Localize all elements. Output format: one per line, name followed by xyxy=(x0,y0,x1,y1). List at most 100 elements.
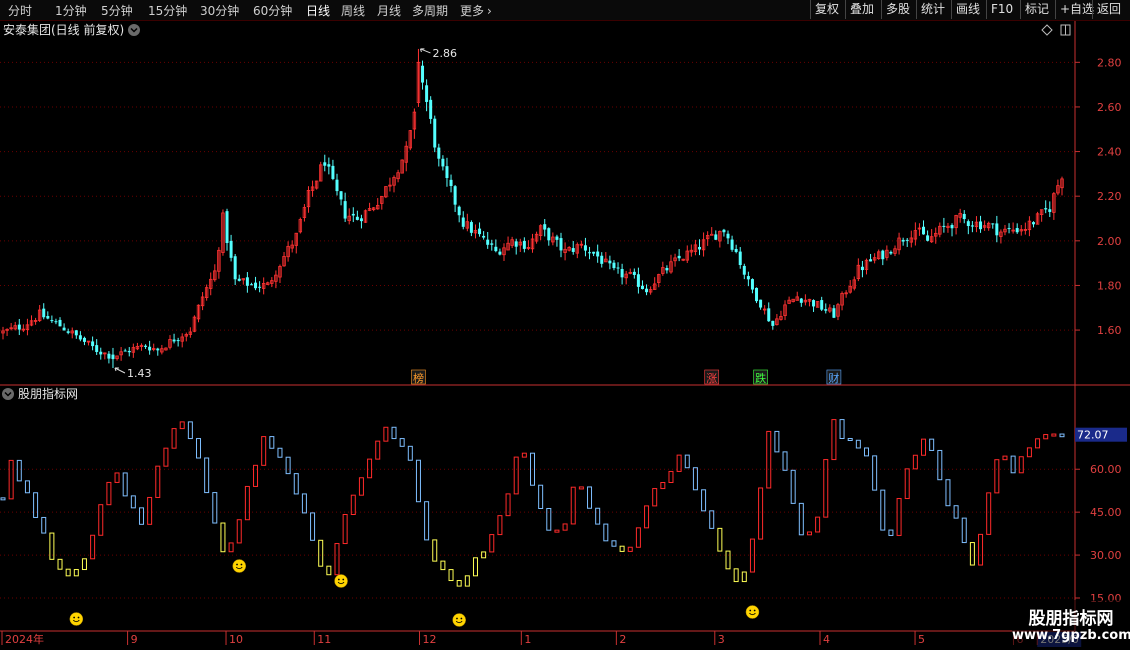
candle-body xyxy=(254,282,258,289)
low-price-label: 1.43 xyxy=(127,367,152,380)
candle-body xyxy=(547,228,551,241)
current-value-label: 72.07 xyxy=(1077,429,1109,442)
price-tick-label: 2.20 xyxy=(1097,190,1122,203)
indicator-bar xyxy=(709,510,715,529)
date-tick-label: 5 xyxy=(918,633,925,646)
candle-body xyxy=(172,339,176,342)
candle-body xyxy=(156,348,160,351)
indicator-bar xyxy=(497,515,503,536)
candle-body xyxy=(351,213,355,216)
indicator-bar xyxy=(367,458,373,479)
chevron-down-icon[interactable] xyxy=(2,388,14,400)
date-tick-label: 9 xyxy=(131,633,138,646)
candle-body xyxy=(111,354,115,360)
indicator-bar xyxy=(912,454,918,470)
candle-body xyxy=(665,267,669,271)
watermark: 股朋指标网 www.7gpzb.com xyxy=(1012,600,1130,650)
candle-body xyxy=(225,211,229,244)
candle-body xyxy=(1048,209,1052,212)
diamond-icon[interactable] xyxy=(1041,24,1053,36)
price-tick-label: 2.80 xyxy=(1097,56,1122,69)
indicator-bar xyxy=(106,481,112,506)
indicator-bar xyxy=(937,449,943,481)
watermark-title: 股朋指标网 xyxy=(1028,609,1114,629)
indicator-tick-label: 45.00 xyxy=(1090,506,1122,519)
indicator-bar xyxy=(375,440,381,460)
date-axis-labels: 2024年91011121234562025/0 xyxy=(1,631,1082,647)
indicator-title: 股朋指标网 xyxy=(18,386,78,401)
candle-body xyxy=(799,298,803,303)
candle-body xyxy=(555,236,559,240)
indicator-series xyxy=(0,419,1065,587)
candle-body xyxy=(176,340,180,342)
indicator-bar xyxy=(98,504,104,536)
indicator-bar xyxy=(114,472,120,483)
candle-body xyxy=(478,228,482,235)
candle-body xyxy=(1031,222,1035,225)
indicator-bar xyxy=(204,457,210,494)
indicator-bar xyxy=(24,480,30,494)
indicator-bar xyxy=(733,568,739,583)
price-grid xyxy=(0,61,1075,331)
indicator-bar xyxy=(578,486,584,490)
indicator-bar xyxy=(33,492,39,518)
indicator-bar xyxy=(611,540,617,547)
candle-body xyxy=(58,319,62,327)
candle-body xyxy=(860,266,864,271)
indicator-bar xyxy=(440,560,446,571)
candle-body xyxy=(966,221,970,227)
candle-body xyxy=(490,243,494,245)
candle-body xyxy=(50,320,54,322)
indicator-bar xyxy=(399,438,405,447)
indicator-bar xyxy=(627,546,633,552)
smiley-eye xyxy=(240,563,243,566)
candle-body xyxy=(494,246,498,252)
candle-body xyxy=(46,315,50,319)
indicator-bar xyxy=(978,533,984,566)
candle-body xyxy=(738,251,742,266)
indicator-bar xyxy=(472,557,478,577)
indicator-bar xyxy=(766,430,772,489)
smiley-face xyxy=(69,612,84,626)
price-tick-label: 2.40 xyxy=(1097,146,1122,159)
indicator-bar xyxy=(904,468,910,500)
event-label: 跌 xyxy=(755,371,766,385)
indicator-bar xyxy=(1026,447,1032,458)
indicator-bar xyxy=(383,426,389,442)
chevron-down-icon[interactable] xyxy=(128,24,140,36)
candle-body xyxy=(571,248,575,252)
indicator-bar xyxy=(774,430,780,453)
candle-body xyxy=(722,229,726,233)
indicator-bar xyxy=(823,459,829,518)
indicator-bar xyxy=(138,507,144,525)
candle-body xyxy=(746,276,750,280)
indicator-bar xyxy=(147,496,153,525)
high-price-label: 2.86 xyxy=(432,47,457,60)
indicator-tick-label: 30.00 xyxy=(1090,549,1122,562)
candle-body xyxy=(82,337,86,342)
candle-body xyxy=(636,274,640,287)
candle-body xyxy=(449,179,453,187)
indicator-bar xyxy=(122,472,128,497)
indicator-bar xyxy=(798,502,804,536)
smiley-icon xyxy=(745,605,760,619)
candle-body xyxy=(331,165,335,179)
indicator-bar xyxy=(717,527,723,552)
candle-body xyxy=(750,279,754,290)
indicator-bar xyxy=(701,489,707,512)
indicator-bar xyxy=(929,438,935,451)
indicator-bar xyxy=(8,459,14,500)
smiley-eye xyxy=(749,609,752,612)
indicator-bar xyxy=(692,467,698,491)
candle-body xyxy=(824,309,828,311)
indicator-bar xyxy=(171,428,177,449)
smiley-icon xyxy=(452,613,466,627)
indicator-bar xyxy=(855,439,861,449)
panel-toggle-icon[interactable] xyxy=(1060,24,1071,36)
event-label: 财 xyxy=(828,371,839,385)
event-markers: 榜涨跌财 xyxy=(411,369,842,385)
candle-body xyxy=(355,216,359,220)
candle-body xyxy=(832,308,836,318)
indicator-bar xyxy=(921,438,927,456)
stock-chart[interactable]: 安泰集团(日线 前复权) 2.80 2.60 2.40 2.20 2.00 1.80 1.6… xyxy=(0,0,1130,650)
